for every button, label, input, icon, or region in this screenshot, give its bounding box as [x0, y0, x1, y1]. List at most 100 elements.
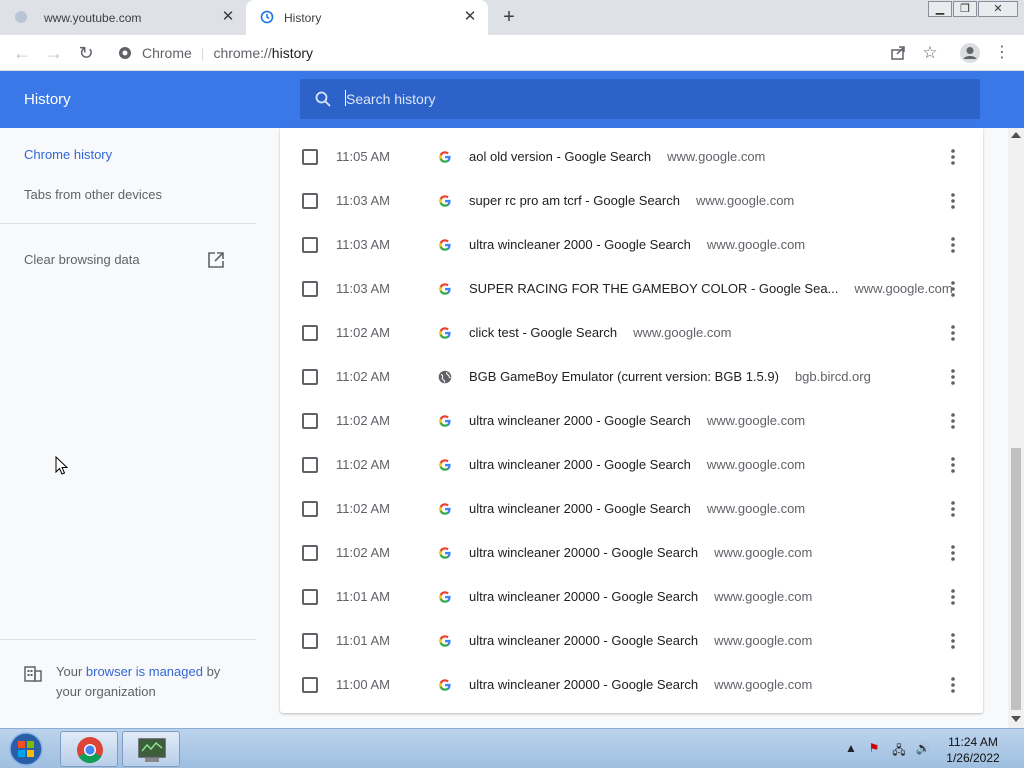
forward-button[interactable]: → [41, 40, 67, 66]
close-tab-icon[interactable]: ✕ [220, 9, 236, 25]
row-title-link[interactable]: super rc pro am tcrf - Google Search www.… [469, 193, 794, 208]
row-title-link[interactable]: ultra wincleaner 20000 - Google Search ww… [469, 545, 812, 560]
row-title-link[interactable]: ultra wincleaner 20000 - Google Search ww… [469, 633, 812, 648]
action-center-flag-icon[interactable]: ⚑ [866, 741, 882, 757]
row-checkbox[interactable] [302, 501, 318, 517]
row-title-link[interactable]: ultra wincleaner 2000 - Google Search www… [469, 413, 805, 428]
history-row[interactable]: 11:01 AM ultra wincleaner 20000 - Google … [280, 571, 983, 615]
google-icon [439, 283, 451, 295]
tab-youtube[interactable]: www.youtube.com ✕ [0, 0, 246, 35]
row-checkbox[interactable] [302, 193, 318, 209]
row-domain: www.google.com [714, 633, 813, 648]
search-input[interactable] [346, 91, 946, 107]
row-title-link[interactable]: ultra wincleaner 2000 - Google Search www… [469, 237, 805, 252]
row-checkbox[interactable] [302, 369, 318, 385]
network-icon[interactable]: 🖧 [891, 741, 907, 757]
history-row[interactable]: 11:02 AM BGB GameBoy Emulator (current ve… [280, 351, 983, 395]
row-checkbox[interactable] [302, 457, 318, 473]
show-hidden-icons-icon[interactable]: ▲ [843, 741, 859, 757]
history-row[interactable]: 11:02 AM ultra wincleaner 2000 - Google S… [280, 395, 983, 439]
row-title-link[interactable]: aol old version - Google Search www.googl… [469, 149, 765, 164]
open-in-new-icon[interactable] [207, 251, 225, 269]
back-button[interactable]: ← [9, 40, 35, 66]
row-domain: www.google.com [714, 545, 813, 560]
row-checkbox[interactable] [302, 413, 318, 429]
row-checkbox[interactable] [302, 281, 318, 297]
more-actions-icon[interactable] [944, 235, 962, 255]
row-title-link[interactable]: ultra wincleaner 2000 - Google Search www… [469, 457, 805, 472]
profile-avatar-icon[interactable] [959, 42, 981, 64]
taskbar-clock[interactable]: 11:24 AM 1/26/2022 [940, 734, 1006, 766]
window-close-button[interactable]: ✕ [978, 1, 1018, 17]
taskbar-app-button[interactable] [122, 731, 180, 767]
history-row[interactable]: 11:02 AM ultra wincleaner 20000 - Google … [280, 527, 983, 571]
row-checkbox[interactable] [302, 237, 318, 253]
more-actions-icon[interactable] [944, 455, 962, 475]
omnibox[interactable]: Chrome | chrome:// history [108, 38, 878, 68]
more-actions-icon[interactable] [944, 675, 962, 695]
scrollbar-thumb[interactable] [1011, 448, 1021, 710]
reload-button[interactable]: ↻ [73, 40, 99, 66]
volume-icon[interactable]: 🔊 [915, 741, 931, 757]
history-row[interactable]: 11:03 AM ultra wincleaner 2000 - Google S… [280, 219, 983, 263]
clear-browsing-data-link[interactable]: Clear browsing data [24, 252, 140, 267]
google-icon [439, 327, 451, 339]
scrollbar[interactable] [1008, 128, 1024, 728]
row-title-link[interactable]: ultra wincleaner 20000 - Google Search ww… [469, 589, 812, 604]
history-row[interactable]: 11:03 AM super rc pro am tcrf - Google Se… [280, 175, 983, 219]
more-actions-icon[interactable] [944, 587, 962, 607]
clock-date: 1/26/2022 [946, 751, 1000, 765]
chrome-menu-icon[interactable]: ⋮ [989, 40, 1015, 66]
history-row[interactable]: 11:02 AM ultra wincleaner 2000 - Google S… [280, 483, 983, 527]
row-title-link[interactable]: BGB GameBoy Emulator (current version: B… [469, 369, 871, 384]
more-actions-icon[interactable] [944, 147, 962, 167]
managed-link[interactable]: browser is managed [86, 664, 203, 679]
row-time: 11:05 AM [336, 149, 390, 164]
sidebar-item-chrome-history[interactable]: Chrome history [24, 147, 112, 162]
bookmark-star-icon[interactable]: ☆ [917, 40, 943, 66]
row-title-link[interactable]: SUPER RACING FOR THE GAMEBOY COLOR - Goo… [469, 281, 953, 296]
sidebar-divider [0, 223, 256, 224]
row-checkbox[interactable] [302, 633, 318, 649]
tab-title: www.youtube.com [44, 10, 142, 25]
sidebar-item-tabs-from-other-devices[interactable]: Tabs from other devices [24, 187, 162, 202]
more-actions-icon[interactable] [944, 411, 962, 431]
row-checkbox[interactable] [302, 545, 318, 561]
share-icon[interactable] [889, 44, 907, 62]
search-box[interactable] [300, 79, 980, 119]
windows-start-icon[interactable] [6, 731, 46, 767]
row-title-link[interactable]: click test - Google Search www.google.com [469, 325, 731, 340]
minimize-button[interactable]: ▁ [928, 1, 952, 17]
row-title-link[interactable]: ultra wincleaner 2000 - Google Search www… [469, 501, 805, 516]
more-actions-icon[interactable] [944, 543, 962, 563]
history-row[interactable]: 11:05 AM aol old version - Google Search w… [280, 131, 983, 175]
taskbar-chrome-button[interactable] [60, 731, 118, 767]
row-checkbox[interactable] [302, 589, 318, 605]
more-actions-icon[interactable] [944, 279, 962, 299]
row-domain: www.google.com [706, 501, 806, 516]
more-actions-icon[interactable] [944, 323, 962, 343]
more-actions-icon[interactable] [944, 191, 962, 211]
more-actions-icon[interactable] [944, 631, 962, 651]
history-row[interactable]: 11:03 AM SUPER RACING FOR THE GAMEBOY COL… [280, 263, 983, 307]
history-row[interactable]: 11:02 AM ultra wincleaner 2000 - Google S… [280, 439, 983, 483]
more-actions-icon[interactable] [944, 499, 962, 519]
taskbar: ▲ ⚑ 🖧 🔊 11:24 AM 1/26/2022 [0, 728, 1024, 768]
row-domain: bgb.bircd.org [794, 369, 871, 384]
history-row[interactable]: 11:00 AM ultra wincleaner 20000 - Google … [280, 659, 983, 703]
row-checkbox[interactable] [302, 677, 318, 693]
close-tab-icon[interactable]: ✕ [462, 9, 478, 25]
row-checkbox[interactable] [302, 325, 318, 341]
row-title: ultra wincleaner 20000 - Google Search [469, 633, 699, 648]
history-row[interactable]: 11:01 AM ultra wincleaner 20000 - Google … [280, 615, 983, 659]
row-title-link[interactable]: ultra wincleaner 20000 - Google Search ww… [469, 677, 812, 692]
monitor-app-icon [138, 738, 166, 762]
scroll-up-arrow[interactable] [1011, 132, 1021, 138]
more-actions-icon[interactable] [944, 367, 962, 387]
row-checkbox[interactable] [302, 149, 318, 165]
history-row[interactable]: 11:02 AM click test - Google Search www.go… [280, 307, 983, 351]
new-tab-button[interactable]: + [498, 6, 520, 28]
scroll-down-arrow[interactable] [1011, 716, 1021, 722]
tab-history[interactable]: History ✕ [246, 0, 488, 35]
maximize-button[interactable]: ❐ [953, 1, 977, 17]
